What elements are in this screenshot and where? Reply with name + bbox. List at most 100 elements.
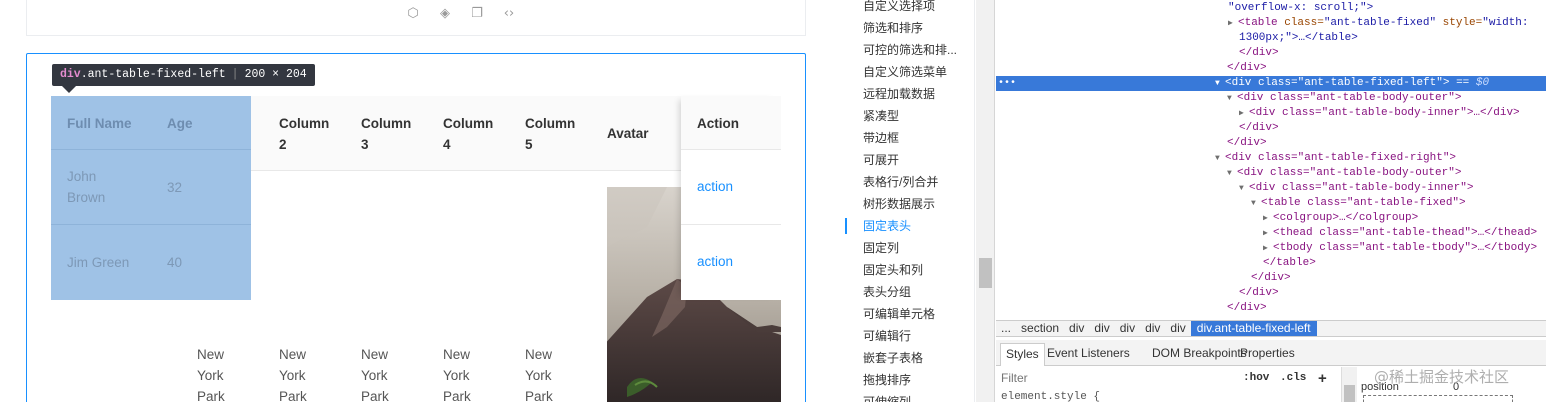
demo-pane: ⬡ ◈ ❐ ‹› Column 2 Column 3 Column 4 Column 5… [0, 0, 845, 402]
action-link[interactable]: action [697, 179, 733, 194]
sidebar-nav-item[interactable]: 可编辑单元格 [863, 303, 935, 325]
copy-icon[interactable]: ❐ [469, 6, 485, 22]
dom-line[interactable]: ▶ <colgroup>…</colgroup> [996, 211, 1546, 226]
hov-toggle[interactable]: :hov [1243, 367, 1269, 390]
action-header-cell: Action [681, 96, 781, 150]
breadcrumb-item[interactable]: div [1115, 321, 1140, 336]
row-divider [51, 224, 251, 225]
styles-scrollbar[interactable] [1341, 367, 1357, 402]
dom-line[interactable]: </div> [996, 286, 1546, 301]
dom-line[interactable]: 1300px;">…</table> [996, 31, 1546, 46]
dom-line[interactable]: </div> [996, 301, 1546, 316]
dom-line[interactable]: ▶ <thead class="ant-table-thead">…</thead… [996, 226, 1546, 241]
sidebar-nav-item[interactable]: 可编辑行 [863, 325, 911, 347]
ant-table-fixed-left: Full Name Age John Brown 32 Jim Green 40 [51, 96, 251, 300]
previous-demo-card: ⬡ ◈ ❐ ‹› [26, 0, 806, 36]
dom-line[interactable]: </div> [996, 121, 1546, 136]
sidebar-nav-item[interactable]: 固定列 [863, 237, 899, 259]
tab-event-listeners[interactable]: Event Listeners [1042, 343, 1135, 366]
sidebar-nav-item[interactable]: 筛选和排序 [863, 17, 923, 39]
row-divider [51, 149, 251, 150]
name-cell: John Brown [67, 169, 106, 205]
sidebar-nav-item[interactable]: 自定义筛选菜单 [863, 61, 947, 83]
sidebar-nav-item[interactable]: 树形数据展示 [863, 193, 935, 215]
active-indicator [845, 218, 847, 234]
element-style-rule[interactable]: element.style { [1001, 391, 1100, 402]
code-expand-icon[interactable]: ‹› [501, 6, 517, 22]
address-cell: New York Park [197, 347, 225, 402]
box-model-position [1363, 395, 1513, 402]
name-cell: Jim Green [67, 255, 130, 270]
codepen-icon[interactable]: ◈ [437, 6, 453, 22]
page-scrollbar-thumb[interactable] [979, 258, 992, 288]
action-header: Action [697, 116, 739, 131]
tab-styles[interactable]: Styles [1000, 343, 1045, 366]
docs-sidebar: 自定义选择项 筛选和排序 可控的筛选和排... 自定义筛选菜单 远程加载数据 紧凑型 带边框… [845, 0, 975, 402]
action-link[interactable]: action [697, 254, 733, 269]
tooltip-arrow [62, 86, 76, 93]
screen: ⬡ ◈ ❐ ‹› Column 2 Column 3 Column 4 Column 5… [0, 0, 1546, 402]
dom-line[interactable]: </div> [996, 61, 1546, 76]
dom-breadcrumb: ... section div div div div div div.ant-table-f… [996, 320, 1546, 337]
dom-line[interactable]: </table> [996, 256, 1546, 271]
sidebar-nav-item[interactable]: 表头分组 [863, 281, 911, 303]
new-style-rule-button[interactable]: + [1318, 367, 1327, 390]
sidebar-nav-item[interactable]: 表格行/列合并 [863, 171, 938, 193]
breadcrumb-item[interactable]: div [1165, 321, 1190, 336]
breadcrumb-item[interactable]: div [1140, 321, 1165, 336]
ant-table-fixed-right: Action action action [681, 96, 781, 300]
styles-filter-bar: Filter :hov .cls + [996, 367, 1341, 390]
cls-toggle[interactable]: .cls [1280, 367, 1306, 390]
breadcrumb-item[interactable]: div [1064, 321, 1089, 336]
dom-line[interactable]: ▼ <div class="ant-table-body-outer"> [996, 166, 1546, 181]
full-name-header: Full Name [67, 116, 132, 131]
avatar-header: Avatar [607, 126, 649, 141]
column-5-header: Column 5 [525, 116, 576, 152]
dom-line[interactable]: </div> [996, 136, 1546, 151]
filter-input[interactable]: Filter [1001, 367, 1028, 390]
dom-line[interactable]: </div> [996, 271, 1546, 286]
sidebar-nav-item[interactable]: 可展开 [863, 149, 899, 171]
breadcrumb-item[interactable]: div [1089, 321, 1114, 336]
dom-line[interactable]: </div> [996, 46, 1546, 61]
breadcrumb-item[interactable]: ... [996, 321, 1016, 336]
age-cell: 32 [167, 180, 183, 195]
column-3-cell: New York Park [361, 347, 389, 402]
page-scrollbar[interactable] [976, 0, 995, 402]
sidebar-nav-item[interactable]: 固定头和列 [863, 259, 923, 281]
column-4-cell: New York Park [443, 347, 471, 402]
sidebar-nav-item[interactable]: 嵌套子表格 [863, 347, 923, 369]
age-header: Age [167, 116, 193, 131]
breadcrumb-item-active[interactable]: div.ant-table-fixed-left [1190, 321, 1317, 336]
dom-line[interactable]: "overflow-x: scroll;"> [996, 1, 1546, 16]
dom-line[interactable]: ▶ <div class="ant-table-body-inner">…</di… [996, 106, 1546, 121]
column-2-header: Column 2 [279, 116, 330, 152]
breadcrumb-item[interactable]: section [1016, 321, 1064, 336]
column-3-header: Column 3 [361, 116, 412, 152]
sidebar-nav-item[interactable]: 紧凑型 [863, 105, 899, 127]
age-cell: 40 [167, 255, 183, 270]
sidebar-nav-item[interactable]: 远程加载数据 [863, 83, 935, 105]
dom-line[interactable]: ▼ <div class="ant-table-body-inner"> [996, 181, 1546, 196]
dom-line[interactable]: ▶ <tbody class="ant-table-tbody">…</tbody… [996, 241, 1546, 256]
dom-line[interactable]: ▼ <div class="ant-table-fixed-right"> [996, 151, 1546, 166]
sidebar-nav-item[interactable]: 可伸缩列 [863, 391, 911, 402]
dom-line[interactable]: ▶ <table class="ant-table-fixed" style="w… [996, 16, 1546, 31]
dom-line[interactable]: ▼ <table class="ant-table-fixed"> [996, 196, 1546, 211]
dom-line[interactable]: ▼ <div class="ant-table-body-outer"> [996, 91, 1546, 106]
devtools-panel: "overflow-x: scroll;"> ▶ <table class="an… [996, 0, 1546, 402]
watermark: @稀土掘金技术社区 [1374, 368, 1510, 386]
sidebar-nav-item[interactable]: 自定义选择项 [863, 0, 935, 17]
tab-properties[interactable]: Properties [1235, 343, 1300, 366]
column-2-cell: New York Park [279, 347, 307, 402]
column-4-header: Column 4 [443, 116, 494, 152]
devtools-sub-tabs: Styles Event Listeners DOM Breakpoints P… [996, 340, 1546, 366]
dom-line-selected[interactable]: ••• ▼ <div class="ant-table-fixed-left"> … [996, 76, 1546, 91]
column-5-cell: New York Park [525, 347, 553, 402]
codesandbox-icon[interactable]: ⬡ [405, 6, 421, 22]
element-inspect-tooltip: div.ant-table-fixed-left | 200 × 204 [52, 64, 315, 86]
sidebar-nav-item[interactable]: 带边框 [863, 127, 899, 149]
sidebar-nav-item[interactable]: 可控的筛选和排... [863, 39, 957, 61]
sidebar-nav-item[interactable]: 固定表头 [863, 215, 911, 237]
sidebar-nav-item[interactable]: 拖拽排序 [863, 369, 911, 391]
